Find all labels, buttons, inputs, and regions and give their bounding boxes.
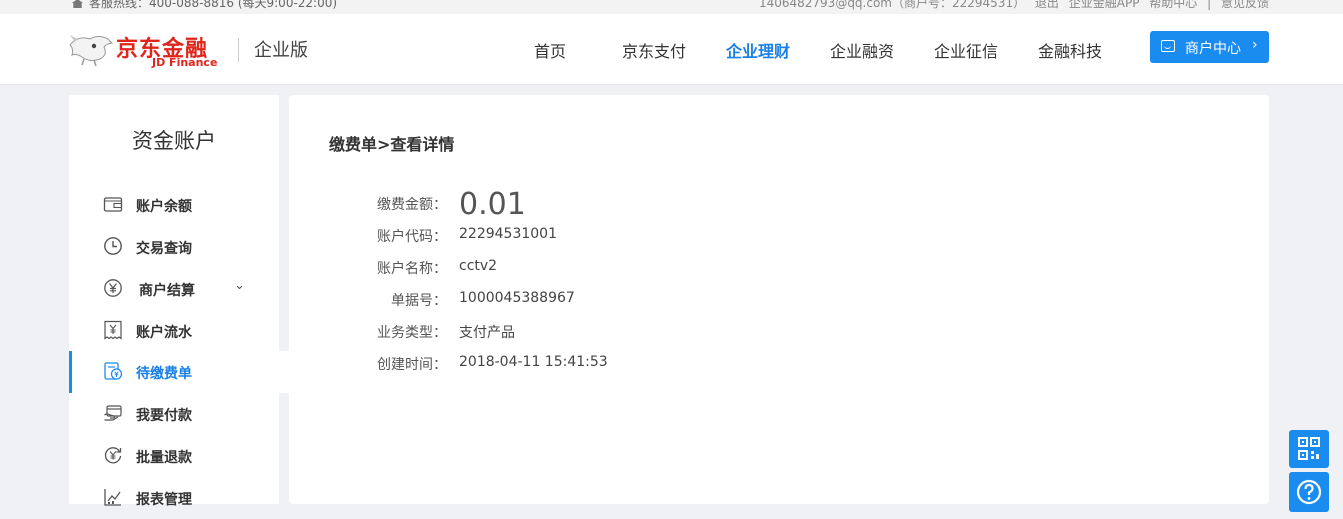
top-bar: 客服热线：400-088-8816 (每天9:00-22:00) 1406482… <box>0 0 1343 14</box>
refund-icon <box>104 447 122 464</box>
logo-divider <box>238 38 239 62</box>
top-links: 1406482793@qq.com（商户号：22294531） 退出 企业金融A… <box>753 0 1269 11</box>
sidebar: 资金账户 账户余额 交易查询 商户结算 ⌄ 账户流水 待缴费单 我要付款 批量退… <box>69 95 289 508</box>
sidebar-title: 资金账户 <box>132 129 216 153</box>
field-label: 账户名称： <box>377 261 447 277</box>
feedback-link[interactable]: 意见反馈 <box>1221 0 1269 10</box>
chevron-right-icon: › <box>1252 37 1258 53</box>
sidebar-item-label: 账户余额 <box>136 199 192 215</box>
clock-icon <box>104 237 122 255</box>
jd-finance-logo[interactable]: 京东金融 JD Finance <box>68 29 228 69</box>
chart-icon <box>104 489 121 506</box>
yen-circle-icon <box>104 279 122 297</box>
field-value: 2018-04-11 15:41:53 <box>459 354 608 370</box>
field-value: 支付产品 <box>459 325 515 341</box>
help-button[interactable] <box>1289 472 1329 512</box>
sidebar-item-balance[interactable]: 账户余额 <box>69 184 289 226</box>
card-icon <box>104 405 122 421</box>
qr-code-icon <box>1298 437 1320 460</box>
field-label: 创建时间： <box>377 357 447 373</box>
store-icon <box>1161 40 1175 52</box>
ledger-icon <box>104 320 122 340</box>
home-icon[interactable] <box>72 0 83 8</box>
sidebar-item-label: 商户结算 <box>139 283 195 299</box>
logo-en: JD Finance <box>152 56 218 69</box>
chevron-down-icon[interactable]: ⌄ <box>234 278 245 293</box>
nav-home[interactable]: 首页 <box>534 38 566 62</box>
account-info: 1406482793@qq.com（商户号：22294531） <box>758 0 1026 10</box>
sidebar-item-settlement[interactable]: 商户结算 ⌄ <box>69 268 289 310</box>
hotline: 客服热线：400-088-8816 (每天9:00-22:00) <box>72 0 337 11</box>
sidebar-item-ledger[interactable]: 账户流水 <box>69 310 289 352</box>
sidebar-item-label: 交易查询 <box>136 241 192 257</box>
qr-code-button[interactable] <box>1289 430 1329 468</box>
nav-enterprise-finance[interactable]: 企业理财 <box>726 38 790 62</box>
amount-value: 0.01 <box>459 187 526 222</box>
sidebar-item-label: 账户流水 <box>136 325 192 341</box>
main-panel: 缴费单>查看详情 缴费金额： 0.01 账户代码： 22294531001 账户… <box>289 95 1269 504</box>
help-link[interactable]: 帮助中心 <box>1149 0 1197 10</box>
nav-jd-pay[interactable]: 京东支付 <box>622 38 686 62</box>
app-link[interactable]: 企业金融APP <box>1069 0 1140 10</box>
field-value: cctv2 <box>459 258 498 274</box>
hotline-text: 客服热线：400-088-8816 (每天9:00-22:00) <box>89 0 338 10</box>
sidebar-item-transactions[interactable]: 交易查询 <box>69 226 289 268</box>
sidebar-item-payment[interactable]: 我要付款 <box>69 393 289 435</box>
wallet-icon <box>103 197 123 212</box>
sidebar-item-pending-bills[interactable]: 待缴费单 <box>69 351 289 393</box>
nav-enterprise-financing[interactable]: 企业融资 <box>830 38 894 62</box>
sidebar-item-label: 批量退款 <box>136 450 192 466</box>
sidebar-item-reports[interactable]: 报表管理 <box>69 477 289 519</box>
edition-label: 企业版 <box>254 40 308 61</box>
bill-icon <box>104 362 123 380</box>
help-icon <box>1296 479 1322 505</box>
field-label: 业务类型： <box>377 325 447 341</box>
merchant-center-button[interactable]: 商户中心 › <box>1150 31 1269 63</box>
active-indicator <box>69 351 72 393</box>
field-label: 单据号： <box>391 293 447 309</box>
nav-enterprise-credit[interactable]: 企业征信 <box>934 38 998 62</box>
sidebar-item-batch-refund[interactable]: 批量退款 <box>69 435 289 477</box>
breadcrumb: 缴费单>查看详情 <box>329 135 455 154</box>
field-label: 账户代码： <box>377 229 447 245</box>
field-value: 22294531001 <box>459 226 557 242</box>
field-label: 缴费金额： <box>377 197 447 213</box>
sidebar-item-label: 我要付款 <box>136 408 192 424</box>
sidebar-item-label: 待缴费单 <box>136 366 192 382</box>
field-value: 1000045388967 <box>459 290 575 306</box>
sidebar-item-label: 报表管理 <box>136 492 192 508</box>
separator: | <box>1207 0 1212 10</box>
logout-link[interactable]: 退出 <box>1035 0 1059 10</box>
merchant-center-label: 商户中心 <box>1185 41 1241 57</box>
jd-dog-mascot-icon <box>69 35 114 67</box>
nav-fintech[interactable]: 金融科技 <box>1038 38 1102 62</box>
header: 京东金融 JD Finance 企业版 首页 京东支付 企业理财 企业融资 企业… <box>0 14 1343 85</box>
